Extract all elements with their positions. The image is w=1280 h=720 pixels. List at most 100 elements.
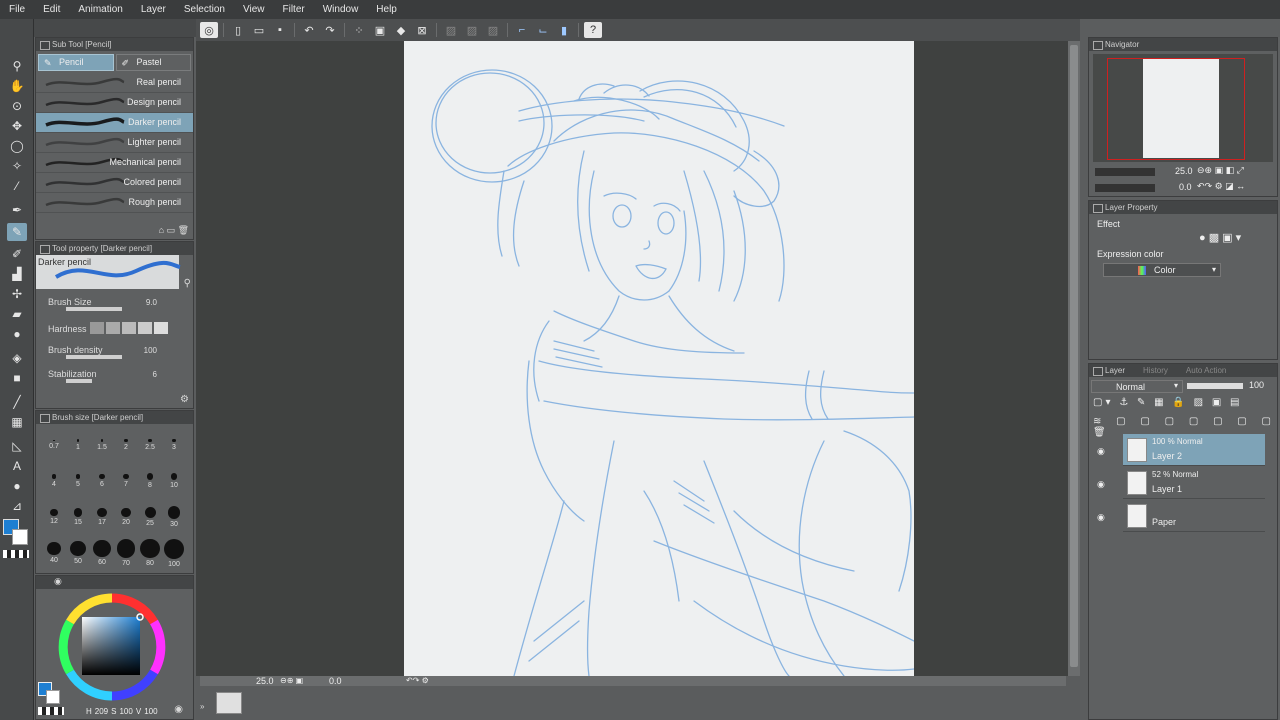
undo-icon[interactable]: ↶ (300, 22, 318, 38)
brush-item[interactable]: Darker pencil (36, 113, 193, 133)
brush-size-option[interactable]: 2.5 (138, 428, 162, 462)
brush-size-option[interactable]: 5 (66, 464, 90, 498)
help-icon[interactable]: ? (584, 22, 602, 38)
hardness-selector[interactable] (90, 322, 168, 334)
airbrush-tool-icon[interactable]: ▟ (7, 265, 27, 283)
brush-size-option[interactable]: 40 (42, 536, 66, 570)
transparent-color-swatch[interactable] (3, 550, 29, 558)
brush-size-option[interactable]: 1.5 (90, 428, 114, 462)
vertical-scroll-thumb[interactable] (1070, 45, 1078, 667)
brush-size-option[interactable]: 20 (114, 500, 138, 534)
color-wheel[interactable] (52, 591, 172, 703)
brush-size-option[interactable]: 10 (162, 464, 186, 498)
brush-size-option[interactable]: 8 (138, 464, 162, 498)
effect-icons[interactable]: ● ▩ ▣ ▾ (1199, 231, 1241, 244)
text-tool-icon[interactable]: A (7, 457, 27, 475)
open-file-icon[interactable]: ▭ (250, 22, 268, 38)
brush-density-slider[interactable] (66, 355, 122, 359)
layer-toolbar-icons[interactable]: ▢▾ ⚓ ✎ ▦ 🔒 ▨ ▣ ▤ (1093, 397, 1243, 408)
save-icon[interactable]: ▪ (271, 22, 289, 38)
brush-size-option[interactable]: 0.7 (42, 428, 66, 462)
eraser-tool-icon[interactable]: ▰ (7, 305, 27, 323)
opacity-slider[interactable] (1187, 383, 1243, 389)
navigator-rotate-value[interactable]: 0.0 (1179, 182, 1192, 192)
subtool-options-icons[interactable]: ⌂ ▭ 🗑 (159, 225, 189, 236)
expression-color-select[interactable]: Color ▾ (1103, 263, 1221, 277)
tab-layer[interactable]: Layer (1105, 364, 1125, 377)
brush-size-option[interactable]: 15 (66, 500, 90, 534)
brush-item[interactable]: Mechanical pencil (36, 153, 193, 173)
blend-tool-icon[interactable]: ● (7, 325, 27, 343)
blend-mode-select[interactable]: Normal ▾ (1091, 380, 1183, 393)
brush-item[interactable]: Design pencil (36, 93, 193, 113)
gradient-tool-icon[interactable]: ■ (7, 369, 27, 387)
ruler-tool-icon[interactable]: ◺ (7, 437, 27, 455)
operation-tool-icon[interactable]: ⊙ (7, 97, 27, 115)
color-sub-swatch[interactable] (46, 690, 60, 704)
navigator-preview[interactable] (1093, 54, 1273, 162)
navigator-toggle-icon[interactable] (216, 692, 242, 714)
menu-window[interactable]: Window (314, 0, 368, 19)
hand-tool-icon[interactable]: ✋ (7, 77, 27, 95)
app-logo-icon[interactable]: ◎ (200, 22, 218, 38)
brush-size-option[interactable]: 4 (42, 464, 66, 498)
collapse-arrow-icon[interactable]: » (200, 702, 204, 711)
layer-visibility-icon[interactable]: ◉ (1097, 446, 1105, 457)
deselect-icon[interactable]: ▨ (442, 22, 460, 38)
navigator-zoom-value[interactable]: 25.0 (1175, 166, 1193, 176)
brush-item[interactable]: Colored pencil (36, 173, 193, 193)
brush-size-option[interactable]: 1 (66, 428, 90, 462)
menu-edit[interactable]: Edit (34, 0, 69, 19)
brush-size-option[interactable]: 2 (114, 428, 138, 462)
brush-tool-icon[interactable]: ✐ (7, 245, 27, 263)
eyedropper-tool-icon[interactable]: ⁄ (7, 177, 27, 195)
brush-size-option[interactable]: 3 (162, 428, 186, 462)
snap-special-ruler-icon[interactable]: ⌙ (534, 22, 552, 38)
menu-view[interactable]: View (234, 0, 274, 19)
expand-selection-icon[interactable]: ▨ (484, 22, 502, 38)
brush-item[interactable]: Real pencil (36, 73, 193, 93)
brush-size-option[interactable]: 70 (114, 536, 138, 570)
brush-size-slider[interactable] (66, 307, 122, 311)
pencil-tool-icon[interactable]: ✎ (7, 223, 27, 241)
layer-item[interactable]: Paper (1123, 500, 1265, 532)
layer-item[interactable]: 100 % Normal Layer 2 (1123, 434, 1265, 466)
color-mode-icon[interactable]: ◉ (174, 704, 183, 715)
brush-size-option[interactable]: 30 (162, 500, 186, 534)
navigator-rotate-icons[interactable]: ↶↷ ⚙ ◪ ↔ (1197, 181, 1245, 192)
redo-icon[interactable]: ↷ (321, 22, 339, 38)
canvas-area[interactable] (196, 41, 1068, 676)
canvas[interactable] (404, 41, 914, 676)
brush-item[interactable]: Lighter pencil (36, 133, 193, 153)
brush-size-option[interactable]: 80 (138, 536, 162, 570)
v-value[interactable]: 100 (144, 707, 157, 716)
transform-icon[interactable]: ⊠ (413, 22, 431, 38)
stabilization-slider[interactable] (66, 379, 92, 383)
menu-selection[interactable]: Selection (175, 0, 234, 19)
fill-tool-icon[interactable]: ◈ (7, 349, 27, 367)
clear-icon[interactable]: ⁘ (350, 22, 368, 38)
brush-size-option[interactable]: 12 (42, 500, 66, 534)
sub-color-swatch[interactable] (12, 529, 28, 545)
magnify-icon[interactable]: ⚲ (184, 278, 191, 289)
decoration-tool-icon[interactable]: ✢ (7, 285, 27, 303)
move-tool-icon[interactable]: ✥ (7, 117, 27, 135)
menu-layer[interactable]: Layer (132, 0, 175, 19)
brush-size-option[interactable]: 17 (90, 500, 114, 534)
snap-grid-icon[interactable]: ▮ (555, 22, 573, 38)
clear-outside-icon[interactable]: ▣ (371, 22, 389, 38)
tab-auto-action[interactable]: Auto Action (1186, 364, 1226, 377)
layer-visibility-icon[interactable]: ◉ (1097, 479, 1105, 490)
brush-item[interactable]: Rough pencil (36, 193, 193, 213)
navigator-view-frame[interactable] (1107, 58, 1245, 160)
menu-filter[interactable]: Filter (273, 0, 313, 19)
navigator-zoom-icons[interactable]: ⊖⊕ ▣ ◧ ⤢ (1197, 165, 1244, 176)
h-value[interactable]: 209 (95, 707, 108, 716)
fill-icon[interactable]: ◆ (392, 22, 410, 38)
brush-size-value[interactable]: 9.0 (146, 298, 157, 307)
rotate-controls-icon[interactable]: ↶↷ ⚙ (406, 676, 429, 685)
opacity-value[interactable]: 100 (1249, 380, 1264, 390)
layer-visibility-icon[interactable]: ◉ (1097, 512, 1105, 523)
brush-size-option[interactable]: 25 (138, 500, 162, 534)
navigator-rotate-slider[interactable] (1095, 184, 1155, 192)
